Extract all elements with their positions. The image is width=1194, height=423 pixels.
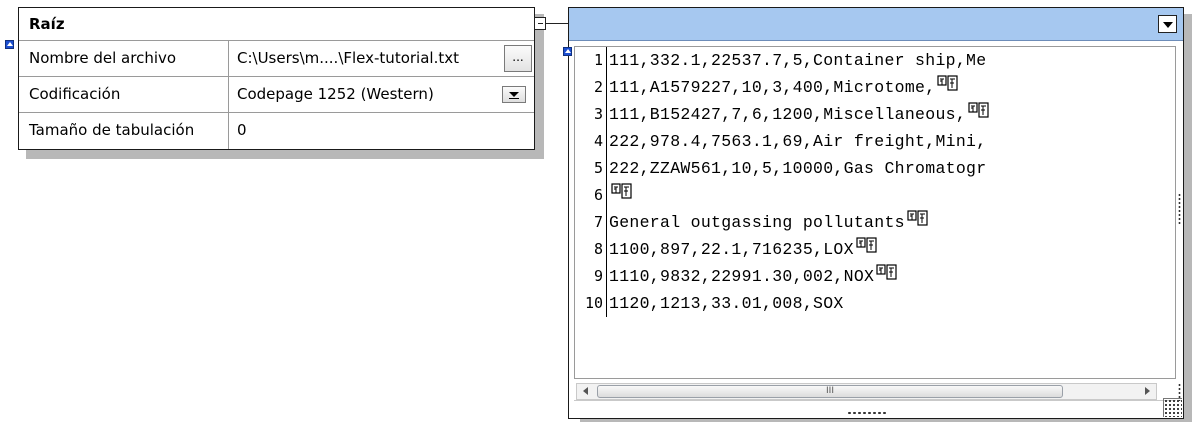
line-text-container: 1100,897,22.1,716235,LOX [607,236,878,263]
encoding-select[interactable]: Codepage 1252 (Western) [229,77,534,112]
crlf-marker-icon [907,209,929,236]
line-number: 10 [575,290,607,317]
crlf-marker-icon [968,101,990,128]
code-line: 7 General outgassing pollutants [575,209,1175,236]
text-editor[interactable]: 1 111,332.1,22537.7,5,Container ship,Me 2 1… [574,46,1176,379]
prop-label-filename: Nombre del archivo [19,41,229,76]
code-line: 1 111,332.1,22537.7,5,Container ship,Me [575,47,1175,74]
file-panel-header [569,8,1183,41]
prop-row-tab-size: Tamaño de tabulación 0 [19,113,534,149]
line-text-container: 222,978.4,7563.1,69,Air freight,Mini, [607,128,986,155]
line-text: 1100,897,22.1,716235,LOX [609,239,854,259]
prop-row-filename: Nombre del archivo C:\Users\m....\Flex-t… [19,41,534,77]
line-text: 1120,1213,33.01,008,SOX [609,294,844,313]
line-number: 5 [575,155,607,182]
line-text-container: 111,A1579227,10,3,400,Microtome, [607,74,959,101]
panel-menu-dropdown-icon[interactable] [1158,15,1177,33]
corner-resize-grip-icon[interactable] [1163,398,1182,417]
prop-label-tab-size: Tamaño de tabulación [19,113,229,149]
line-number: 4 [575,128,607,155]
tab-size-field[interactable]: 0 [229,113,534,149]
crlf-marker-icon [876,263,898,290]
line-number: 1 [575,47,607,74]
line-text-container: 111,B152427,7,6,1200,Miscellaneous, [607,101,990,128]
root-properties-panel: Raíz Nombre del archivo C:\Users\m....\F… [18,7,535,150]
line-text: 111,332.1,22537.7,5,Container ship,Me [609,51,987,70]
code-line: 9 1110,9832,22991.30,002,NOX [575,263,1175,290]
code-line: 4 222,978.4,7563.1,69,Air freight,Mini, [575,128,1175,155]
line-number: 6 [575,182,607,209]
line-text-container: 1120,1213,33.01,008,SOX [607,290,844,317]
browse-file-button[interactable]: ... [504,45,532,72]
line-text: 1110,9832,22991.30,002,NOX [609,266,875,286]
line-text-container: 111,332.1,22537.7,5,Container ship,Me [607,47,986,74]
crlf-marker-icon [856,236,878,263]
line-text: 111,A1579227,10,3,400,Microtome, [609,77,936,97]
scroll-right-arrow-icon[interactable] [1145,387,1150,395]
connector-port-minus [538,23,543,24]
line-text: 222,ZZAW561,10,5,10000,Gas Chromatogr [609,159,987,178]
line-number: 8 [575,236,607,263]
vertical-resize-grip-icon[interactable] [1178,193,1181,225]
line-text-container [607,182,633,209]
root-title: Raíz [19,8,534,41]
line-number: 9 [575,263,607,290]
code-line: 5 222,ZZAW561,10,5,10000,Gas Chromatogr [575,155,1175,182]
code-line: 6 [575,182,1175,209]
prop-row-encoding: Codificación Codepage 1252 (Western) [19,77,534,113]
filename-value: C:\Users\m....\Flex-tutorial.txt [237,49,459,67]
line-number: 2 [575,74,607,101]
prop-label-encoding: Codificación [19,77,229,112]
code-line: 8 1100,897,22.1,716235,LOX [575,236,1175,263]
horizontal-scrollbar[interactable]: III [576,383,1157,400]
line-text-container: General outgassing pollutants [607,209,929,236]
code-line: 10 1120,1213,33.01,008,SOX [575,290,1175,317]
scroll-left-arrow-icon[interactable] [583,387,588,395]
tab-size-value: 0 [237,121,247,139]
filename-field[interactable]: C:\Users\m....\Flex-tutorial.txt ... [229,41,534,76]
text-file-panel: 1 111,332.1,22537.7,5,Container ship,Me 2 1… [568,7,1184,419]
collapse-triangle-icon[interactable] [5,40,14,49]
crlf-marker-icon [611,182,633,209]
line-text: General outgassing pollutants [609,212,905,232]
encoding-dropdown-button[interactable] [502,86,526,103]
connector-line [546,23,568,24]
code-line: 3 111,B152427,7,6,1200,Miscellaneous, [575,101,1175,128]
collapse-triangle-icon[interactable] [563,47,572,56]
line-text: 111,B152427,7,6,1200,Miscellaneous, [609,104,967,124]
line-number: 7 [575,209,607,236]
crlf-marker-icon [937,74,959,101]
line-text-container: 1110,9832,22991.30,002,NOX [607,263,898,290]
line-number: 3 [575,101,607,128]
code-line: 2 111,A1579227,10,3,400,Microtome, [575,74,1175,101]
line-text-container: 222,ZZAW561,10,5,10000,Gas Chromatogr [607,155,986,182]
encoding-value: Codepage 1252 (Western) [237,85,434,103]
line-text: 222,978.4,7563.1,69,Air freight,Mini, [609,132,987,151]
bottom-resize-grip-icon[interactable] [847,411,887,415]
scroll-thumb[interactable]: III [597,385,1063,398]
